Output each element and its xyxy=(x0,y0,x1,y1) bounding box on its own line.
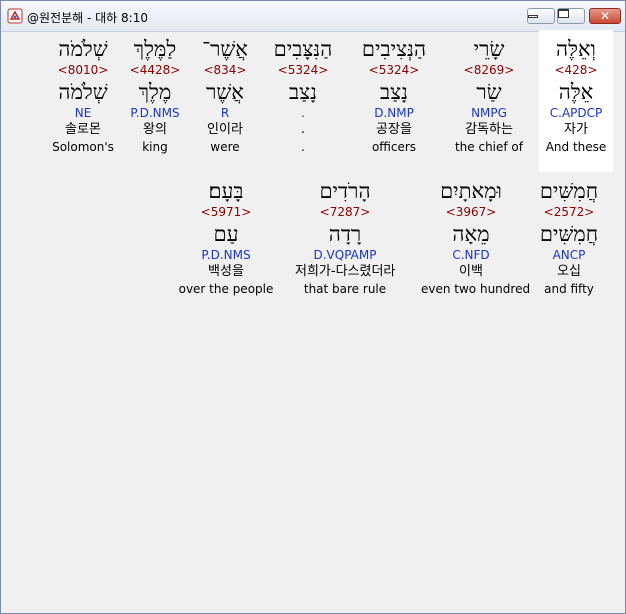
english-gloss: officers xyxy=(371,140,417,154)
hebrew-word: הָרֹדִים xyxy=(319,179,371,203)
app-icon xyxy=(7,8,23,24)
word-column[interactable]: בָּעָם׃ <5971> עַם P.D.NMS 백성을 over the … xyxy=(176,178,276,297)
english-gloss: even two hundred xyxy=(421,282,531,296)
korean-gloss: 솔로몬 xyxy=(65,122,101,137)
korean-gloss: 이백 xyxy=(459,264,483,279)
title-bar[interactable]: @원전분해 - 대하 8:10 ✕ xyxy=(1,1,625,32)
strong-number[interactable]: <8010> xyxy=(33,63,133,77)
minimize-button[interactable] xyxy=(527,8,555,24)
parsing-code: NE xyxy=(74,106,92,120)
hebrew-lemma: חֲמִשִּׁים xyxy=(539,222,599,246)
english-gloss: over the people xyxy=(178,282,274,296)
app-window: @원전분해 - 대하 8:10 ✕ וְאֵלֶּה <428> אֵלֶּה … xyxy=(0,0,626,614)
strong-number[interactable]: <7287> xyxy=(295,205,395,219)
strong-number[interactable]: <5324> xyxy=(344,63,444,77)
strong-number[interactable]: <3967> xyxy=(421,205,521,219)
parsing-code: C.APDCP xyxy=(549,106,603,120)
strong-number[interactable]: <8269> xyxy=(439,63,539,77)
close-button[interactable]: ✕ xyxy=(589,8,621,24)
word-column[interactable]: הַנְּצִיבִים <5324> נָצַב D.NMP 공장을 offi… xyxy=(344,36,444,155)
hebrew-word: חֲמִשִּׁים xyxy=(539,179,599,203)
hebrew-word: וְאֵלֶּה xyxy=(556,37,596,61)
english-gloss: and fifty xyxy=(544,282,594,296)
parsing-code: NMPG xyxy=(471,106,507,120)
hebrew-word: בָּעָם׃ xyxy=(208,179,244,203)
minimize-icon xyxy=(528,15,538,18)
hebrew-lemma: מֵאָה xyxy=(452,222,490,246)
word-column[interactable]: וְאֵלֶּה <428> אֵלֶּה C.APDCP 자가 And the… xyxy=(526,36,626,155)
hebrew-lemma: שְׁלֹמֹה xyxy=(58,80,108,104)
hebrew-lemma: נָצַב xyxy=(380,80,408,104)
hebrew-word: וּמָאתָיִם xyxy=(440,179,502,203)
strong-number[interactable]: <2572> xyxy=(519,205,619,219)
strong-number[interactable]: <5971> xyxy=(176,205,276,219)
maximize-button[interactable] xyxy=(557,8,585,24)
korean-gloss: 자가 xyxy=(564,122,588,137)
korean-gloss: 백성을 xyxy=(208,264,244,279)
parsing-code: P.D.NMS xyxy=(201,248,251,262)
parsing-code: ANCP xyxy=(552,248,586,262)
strong-number[interactable]: <428> xyxy=(526,63,626,77)
hebrew-lemma: עַם xyxy=(213,222,239,246)
korean-gloss: 감독하는 xyxy=(465,122,513,137)
word-column[interactable]: הָרֹדִים <7287> רָדָה D.VQPAMP 저희가-다스렸더라… xyxy=(295,178,395,297)
hebrew-lemma: אֵלֶּה xyxy=(558,80,594,104)
interlinear-panel: וְאֵלֶּה <428> אֵלֶּה C.APDCP 자가 And the… xyxy=(8,30,619,607)
english-gloss: And these xyxy=(545,140,607,154)
english-gloss: Solomon's xyxy=(52,140,114,154)
hebrew-lemma: שַׂר xyxy=(476,80,502,104)
parsing-code: D.NMP xyxy=(374,106,414,120)
korean-gloss: 공장을 xyxy=(376,122,412,137)
parsing-code: C.NFD xyxy=(452,248,490,262)
window-title: @원전분해 - 대하 8:10 xyxy=(27,11,148,25)
close-icon: ✕ xyxy=(599,9,611,23)
korean-gloss: 저희가-다스렸더라 xyxy=(295,264,396,279)
word-column[interactable]: שָׂרֵי <8269> שַׂר NMPG 감독하는 the chief o… xyxy=(439,36,539,155)
korean-gloss: 오십 xyxy=(557,264,581,279)
hebrew-word: שְׁלֹמֹה xyxy=(58,37,108,61)
word-column[interactable]: וּמָאתָיִם <3967> מֵאָה C.NFD 이백 even tw… xyxy=(421,178,531,297)
maximize-icon xyxy=(558,9,569,18)
parsing-code: D.VQPAMP xyxy=(313,248,377,262)
word-column[interactable]: שְׁלֹמֹה <8010> שְׁלֹמֹה NE 솔로몬 Solomon'… xyxy=(33,36,133,155)
hebrew-word: שָׂרֵי xyxy=(473,37,505,61)
english-gloss: that bare rule xyxy=(303,282,387,296)
word-column[interactable]: חֲמִשִּׁים <2572> חֲמִשִּׁים ANCP 오십 and… xyxy=(519,178,619,297)
hebrew-lemma: רָדָה xyxy=(328,222,362,246)
hebrew-word: הַנְּצִיבִים xyxy=(361,37,427,61)
english-gloss: the chief of xyxy=(454,140,524,154)
